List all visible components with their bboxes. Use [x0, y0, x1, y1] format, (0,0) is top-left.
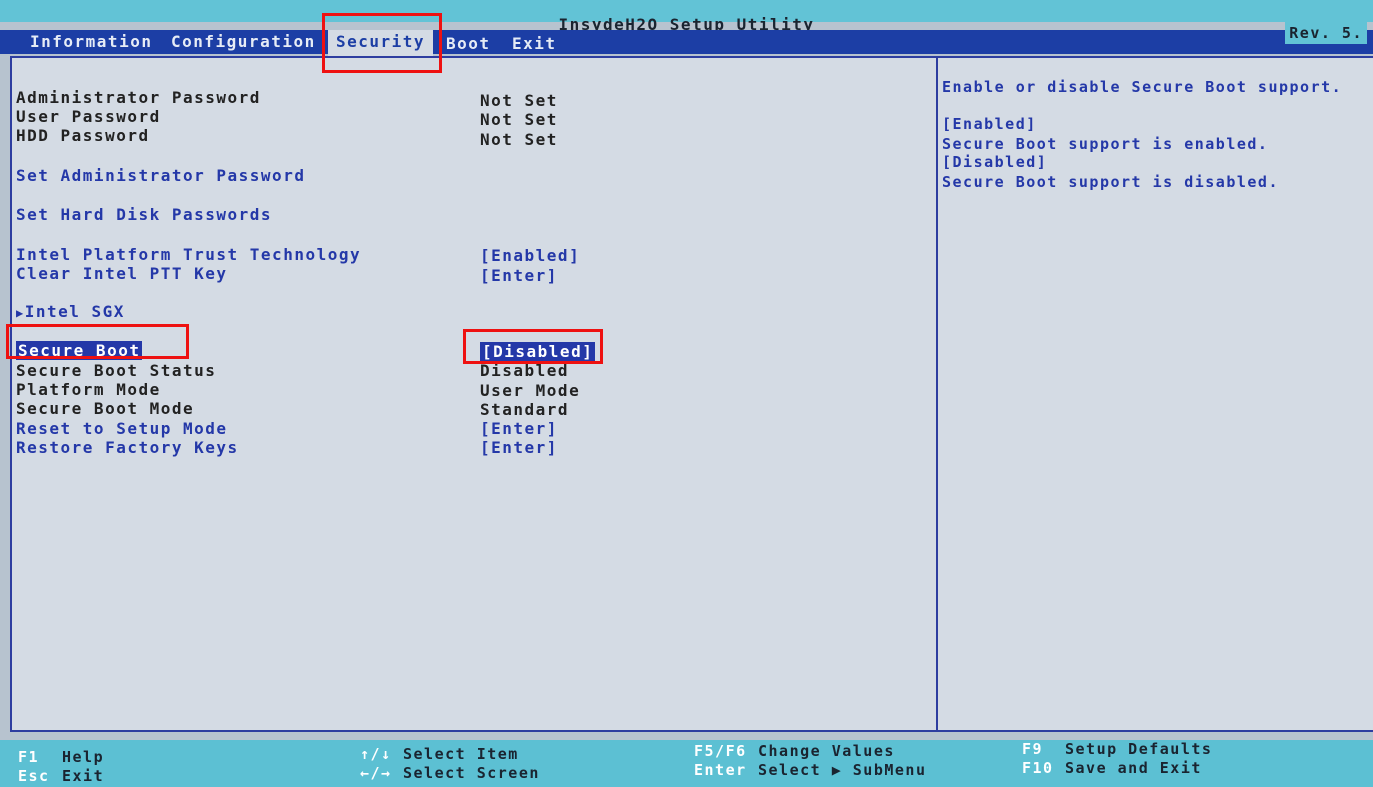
- esc-desc: Exit: [62, 767, 105, 785]
- f5f6-key: F5/F6: [694, 742, 747, 760]
- f1-desc: Help: [62, 748, 105, 766]
- f9-desc: Setup Defaults: [1065, 740, 1213, 758]
- tab-information[interactable]: Information: [30, 30, 152, 54]
- f10-desc: Save and Exit: [1065, 759, 1202, 777]
- help-enabled-option: [Enabled]: [942, 115, 1037, 133]
- restore-factory-keys-item[interactable]: Restore Factory Keys: [16, 438, 239, 457]
- updown-key: ↑/↓: [360, 745, 392, 763]
- secure-boot-item[interactable]: Secure Boot: [16, 341, 143, 360]
- tab-security[interactable]: Security: [328, 30, 434, 56]
- set-admin-password-item[interactable]: Set Administrator Password: [16, 166, 305, 185]
- platform-mode-value: User Mode: [480, 381, 581, 400]
- help-disabled-option: [Disabled]: [942, 153, 1048, 171]
- intel-sgx-label: Intel SGX: [24, 302, 125, 321]
- help-enabled-desc: Secure Boot support is enabled.: [942, 135, 1269, 153]
- set-hdd-passwords-item[interactable]: Set Hard Disk Passwords: [16, 205, 272, 224]
- tab-exit[interactable]: Exit: [512, 32, 557, 56]
- intel-ptt-item[interactable]: Intel Platform Trust Technology: [16, 245, 361, 264]
- leftright-key: ←/→: [360, 764, 392, 782]
- leftright-desc: Select Screen: [403, 764, 540, 782]
- secure-boot-value-text: [Disabled]: [480, 342, 596, 361]
- tab-boot[interactable]: Boot: [446, 32, 491, 56]
- updown-desc: Select Item: [403, 745, 519, 763]
- help-disabled-desc: Secure Boot support is disabled.: [942, 173, 1279, 191]
- restore-factory-keys-value[interactable]: [Enter]: [480, 438, 558, 457]
- help-summary: Enable or disable Secure Boot support.: [942, 78, 1343, 96]
- esc-key: Esc: [18, 767, 50, 785]
- user-password-label: User Password: [16, 107, 161, 126]
- revision-label: Rev. 5.: [1285, 22, 1367, 44]
- secure-boot-value[interactable]: [Disabled]: [480, 342, 596, 361]
- enter-key: Enter: [694, 761, 747, 779]
- platform-mode-label: Platform Mode: [16, 380, 161, 399]
- secure-boot-status-label: Secure Boot Status: [16, 361, 217, 380]
- enter-desc: Select ▶ SubMenu: [758, 761, 927, 779]
- f9-key: F9: [1022, 740, 1044, 758]
- clear-ptt-key-value[interactable]: [Enter]: [480, 266, 558, 285]
- f5f6-desc: Change Values: [758, 742, 895, 760]
- tab-configuration[interactable]: Configuration: [171, 30, 316, 54]
- clear-ptt-key-item[interactable]: Clear Intel PTT Key: [16, 264, 228, 283]
- secure-boot-label: Secure Boot: [16, 341, 143, 360]
- reset-setup-mode-value[interactable]: [Enter]: [480, 419, 558, 438]
- submenu-arrow-icon: ▶: [16, 306, 25, 320]
- intel-sgx-item[interactable]: ▶Intel SGX: [16, 302, 125, 321]
- secure-boot-mode-value: Standard: [480, 400, 570, 419]
- user-password-value: Not Set: [480, 110, 558, 129]
- admin-password-label: Administrator Password: [16, 88, 261, 107]
- secure-boot-mode-label: Secure Boot Mode: [16, 399, 195, 418]
- hdd-password-value: Not Set: [480, 130, 558, 149]
- reset-setup-mode-item[interactable]: Reset to Setup Mode: [16, 419, 228, 438]
- intel-ptt-value[interactable]: [Enabled]: [480, 246, 580, 265]
- f1-key: F1: [18, 748, 40, 766]
- hdd-password-label: HDD Password: [16, 126, 150, 145]
- f10-key: F10: [1022, 759, 1054, 777]
- admin-password-value: Not Set: [480, 91, 558, 110]
- secure-boot-status-value: Disabled: [480, 361, 570, 380]
